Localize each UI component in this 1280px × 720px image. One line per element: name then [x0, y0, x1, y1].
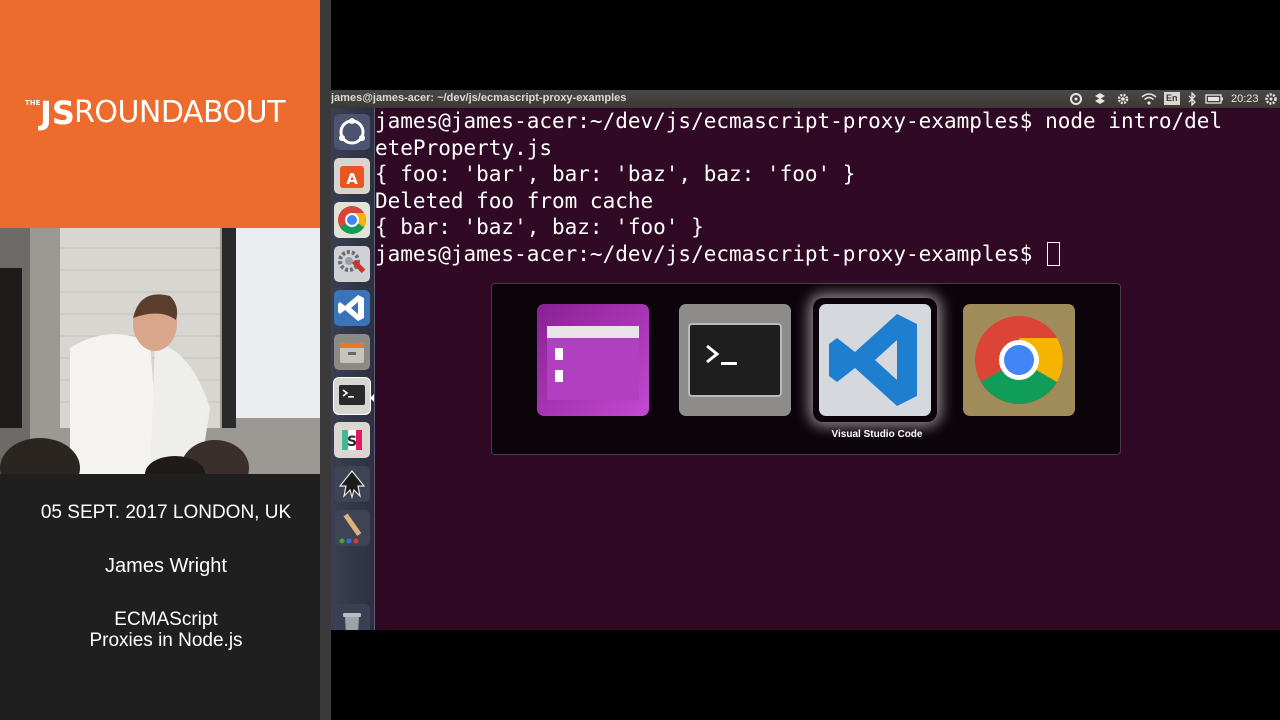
terminal-icon[interactable] — [334, 378, 370, 414]
vscode-icon[interactable] — [819, 304, 931, 416]
slack-icon[interactable]: S — [334, 422, 370, 458]
terminal-prompt: james@james-acer:~/dev/js/ecmascript-pro… — [375, 241, 1046, 266]
conference-logo: THE JS ROUNDABOUT — [0, 0, 320, 228]
event-date-location: 05 SEPT. 2017 LONDON, UK — [40, 502, 292, 523]
settings-icon[interactable] — [1116, 92, 1130, 106]
system-settings-icon[interactable] — [334, 246, 370, 282]
selected-app-label: Visual Studio Code — [831, 429, 923, 440]
software-center-icon[interactable]: A — [334, 158, 370, 194]
talk-title-line1: ECMAScript — [114, 609, 218, 630]
top-panel: james@james-acer: ~/dev/js/ecmascript-pr… — [331, 90, 1280, 108]
svg-text:S: S — [347, 434, 357, 450]
app-switcher: Visual Studio Code — [491, 283, 1121, 455]
speaker-name: James Wright — [105, 555, 227, 577]
speaker-video — [0, 228, 320, 474]
unity-launcher: A S — [331, 108, 375, 630]
files-icon[interactable] — [537, 304, 649, 416]
terminal-line: Deleted foo from cache — [375, 188, 654, 213]
paint-icon[interactable] — [334, 510, 370, 546]
battery-icon[interactable] — [1205, 92, 1225, 106]
terminal-icon[interactable] — [679, 304, 791, 416]
ubuntu-desktop: james@james-acer: ~/dev/js/ecmascript-pr… — [331, 90, 1280, 630]
terminal-line: { bar: 'baz', baz: 'foo' } — [375, 215, 704, 239]
terminal-line: james@james-acer:~/dev/js/ecmascript-pro… — [375, 109, 1223, 133]
talk-title: ECMAScript Proxies in Node.js — [0, 609, 332, 651]
power-icon[interactable] — [1264, 92, 1278, 106]
dropbox-icon[interactable] — [1069, 92, 1083, 106]
logo-the: THE — [25, 99, 41, 107]
terminal-line: { foo: 'bar', bar: 'baz', baz: 'foo' } — [375, 162, 856, 186]
chrome-icon[interactable] — [334, 202, 370, 238]
terminal-prompt-line[interactable]: james@james-acer:~/dev/js/ecmascript-pro… — [375, 241, 1280, 268]
bluetooth-icon[interactable] — [1187, 91, 1197, 107]
terminal-cursor — [1047, 241, 1061, 266]
logo-js: JS — [40, 94, 75, 132]
svg-text:A: A — [346, 170, 358, 188]
conference-panel: THE JS ROUNDABOUT 05 SEPT. 2017 LONDON, … — [0, 0, 320, 720]
terminal-line: eteProperty.js — [375, 135, 553, 160]
panel-divider — [320, 0, 331, 720]
window-title: james@james-acer: ~/dev/js/ecmascript-pr… — [331, 92, 627, 104]
chrome-icon[interactable] — [963, 304, 1075, 416]
wifi-icon[interactable] — [1141, 92, 1157, 106]
trash-icon[interactable] — [334, 604, 370, 630]
logo-roundabout: ROUNDABOUT — [74, 95, 285, 130]
ubuntu-dash-icon[interactable] — [334, 114, 370, 150]
active-window-indicator — [370, 394, 374, 402]
file-manager-icon[interactable] — [334, 334, 370, 370]
keyboard-layout-indicator[interactable]: En — [1164, 92, 1180, 105]
network-icon[interactable] — [1093, 92, 1107, 106]
inkscape-icon[interactable] — [334, 466, 370, 502]
clock[interactable]: 20:23 — [1231, 92, 1259, 106]
talk-title-line2: Proxies in Node.js — [89, 630, 243, 651]
vscode-icon[interactable] — [334, 290, 370, 326]
